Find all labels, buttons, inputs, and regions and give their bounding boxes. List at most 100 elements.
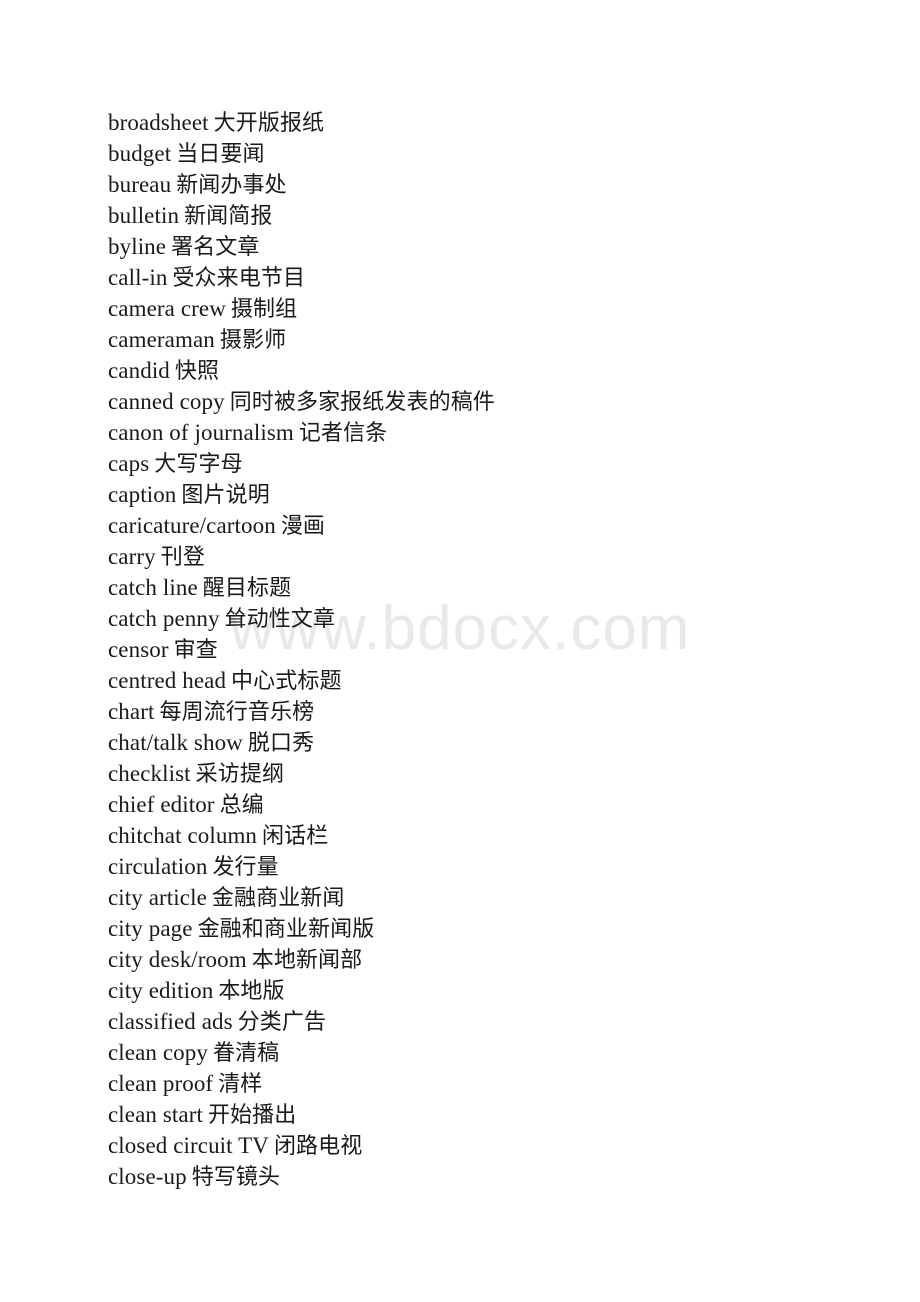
glossary-term: city page [108,916,193,941]
glossary-term: carry [108,544,156,569]
glossary-term: city edition [108,978,214,1003]
glossary-term: closed circuit TV [108,1133,269,1158]
glossary-entry: budget 当日要闻 [108,139,868,170]
glossary-entry: candid 快照 [108,356,868,387]
glossary-translation: 记者信条 [298,421,388,446]
glossary-translation: 本地新闻部 [251,948,363,973]
glossary-term: broadsheet [108,110,209,135]
glossary-entry: carry 刊登 [108,542,868,573]
glossary-translation: 图片说明 [181,483,270,508]
glossary-translation: 漫画 [280,514,326,539]
glossary-term: budget [108,141,172,166]
glossary-translation: 金融商业新闻 [211,886,345,911]
glossary-term: caps [108,451,150,476]
glossary-term: chitchat column [108,823,258,848]
glossary-term: catch penny [108,606,220,631]
glossary-term: bulletin [108,203,180,228]
glossary-entry: caption 图片说明 [108,480,868,511]
glossary-entry: chief editor 总编 [108,790,868,821]
document-page: www.bdocx.com broadsheet 大开版报纸 budget 当日要闻 b… [0,0,920,1302]
glossary-entry: classified ads 分类广告 [108,1007,868,1038]
glossary-term: catch line [108,575,198,600]
glossary-term: camera crew [108,296,226,321]
glossary-translation: 发行量 [212,855,279,880]
glossary-translation: 摄制组 [230,297,298,322]
glossary-entry: byline 署名文章 [108,232,868,263]
glossary-term: checklist [108,761,191,786]
glossary-entry: camera crew 摄制组 [108,294,868,325]
glossary-translation: 开始播出 [207,1103,297,1128]
glossary-entry: city page 金融和商业新闻版 [108,914,868,945]
glossary-term: circulation [108,854,208,879]
glossary-translation: 大写字母 [154,452,243,477]
glossary-translation: 新闻简报 [184,204,273,229]
glossary-term: close-up [108,1164,187,1189]
glossary-translation: 署名文章 [171,235,260,260]
glossary-term: clean copy [108,1040,208,1065]
glossary-entry: chitchat column 闲话栏 [108,821,868,852]
glossary-term: chief editor [108,792,215,817]
glossary-translation: 同时被多家报纸发表的稿件 [229,390,495,415]
glossary-entry: catch line 醒目标题 [108,573,868,604]
glossary-term: caption [108,482,177,507]
glossary-translation: 闭路电视 [273,1134,363,1159]
glossary-term: canon of journalism [108,420,294,445]
glossary-entry: caps 大写字母 [108,449,868,480]
glossary-term: byline [108,234,167,259]
glossary-entry: call-in 受众来电节目 [108,263,868,294]
glossary-entry: city edition 本地版 [108,976,868,1007]
glossary-term: city desk/room [108,947,247,972]
glossary-translation: 审查 [173,638,218,663]
glossary-entry: clean proof 清样 [108,1069,868,1100]
glossary-translation: 特写镜头 [191,1165,281,1190]
glossary-entry: catch penny 耸动性文章 [108,604,868,635]
glossary-translation: 脱口秀 [247,731,315,756]
glossary-translation: 受众来电节目 [172,266,306,291]
glossary-translation: 闲话栏 [262,824,329,849]
glossary-term: classified ads [108,1009,233,1034]
glossary-entry: chart 每周流行音乐榜 [108,697,868,728]
glossary-translation: 每周流行音乐榜 [159,700,315,725]
glossary-translation: 中心式标题 [231,669,342,694]
glossary-term: call-in [108,265,168,290]
glossary-translation: 清样 [218,1072,263,1097]
glossary-translation: 摄影师 [219,328,287,353]
glossary-entry: clean start 开始播出 [108,1100,868,1131]
glossary-list: broadsheet 大开版报纸 budget 当日要闻 bureau 新闻办事处 bull… [108,108,868,1193]
glossary-entry: city article 金融商业新闻 [108,883,868,914]
glossary-entry: city desk/room 本地新闻部 [108,945,868,976]
glossary-entry: canon of journalism 记者信条 [108,418,868,449]
glossary-translation: 分类广告 [237,1010,327,1035]
glossary-entry: checklist 采访提纲 [108,759,868,790]
glossary-entry: caricature/cartoon 漫画 [108,511,868,542]
glossary-translation: 当日要闻 [176,142,265,167]
glossary-translation: 醒目标题 [202,576,292,601]
glossary-entry: bulletin 新闻简报 [108,201,868,232]
glossary-term: canned copy [108,389,225,414]
glossary-term: centred head [108,668,227,693]
glossary-translation: 金融和商业新闻版 [197,917,375,942]
glossary-translation: 总编 [219,793,264,818]
glossary-entry: cameraman 摄影师 [108,325,868,356]
glossary-translation: 快照 [174,359,220,384]
glossary-entry: broadsheet 大开版报纸 [108,108,868,139]
glossary-entry: closed circuit TV 闭路电视 [108,1131,868,1162]
glossary-entry: centred head 中心式标题 [108,666,868,697]
glossary-translation: 大开版报纸 [213,111,325,136]
glossary-term: caricature/cartoon [108,513,276,538]
glossary-term: chart [108,699,155,724]
glossary-entry: chat/talk show 脱口秀 [108,728,868,759]
glossary-term: clean proof [108,1071,214,1096]
glossary-translation: 耸动性文章 [224,607,336,632]
glossary-term: candid [108,358,170,383]
glossary-entry: circulation 发行量 [108,852,868,883]
glossary-term: censor [108,637,169,662]
glossary-term: bureau [108,172,172,197]
glossary-translation: 眷清稿 [212,1041,280,1066]
glossary-term: cameraman [108,327,215,352]
glossary-translation: 本地版 [218,979,285,1004]
glossary-term: clean start [108,1102,203,1127]
glossary-translation: 刊登 [160,545,205,570]
glossary-entry: clean copy 眷清稿 [108,1038,868,1069]
glossary-translation: 新闻办事处 [176,173,287,198]
